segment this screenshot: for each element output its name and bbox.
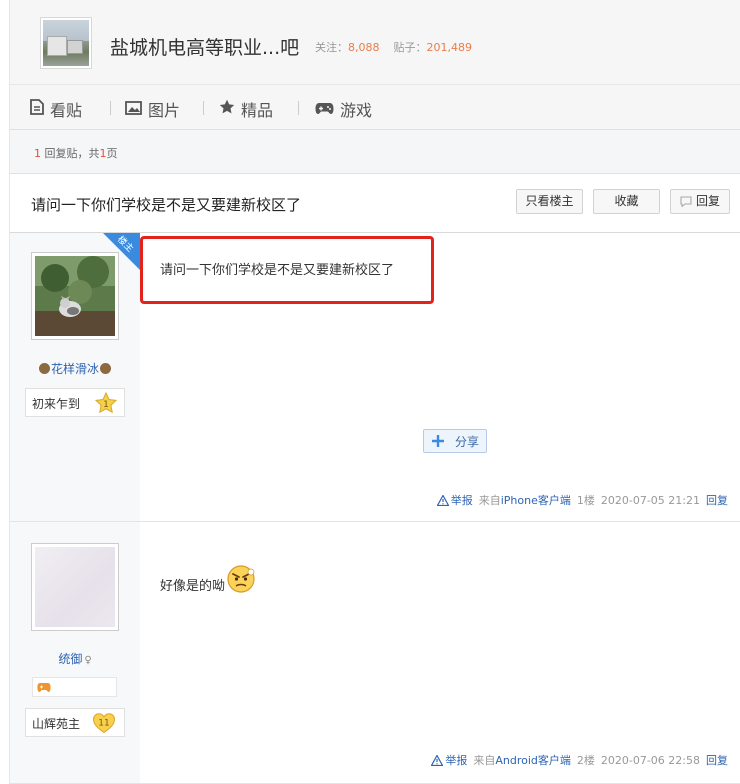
report-link[interactable]: 举报 (445, 752, 467, 768)
tab-featured-label: 精品 (241, 101, 274, 120)
post-content: 请问一下你们学校是不是又要建新校区了 (160, 263, 395, 278)
report-link[interactable]: 举报 (451, 492, 473, 508)
page-text: 页 (106, 147, 118, 160)
tab-posts[interactable]: 看贴 (30, 97, 82, 121)
tab-games-label: 游戏 (340, 101, 373, 120)
thread-page: 盐城机电高等职业...吧 关注：8,088 贴子：201,489 看贴 图片 精品 (9, 0, 740, 784)
level-heart-icon: 11 (92, 712, 116, 734)
client-link[interactable]: Android客户端 (495, 752, 571, 768)
thread-title-bar: 请问一下你们学校是不是又要建新校区了 只看楼主 收藏 回复 (10, 174, 740, 233)
floor-number: 2楼 (576, 754, 595, 767)
post-text: 好像是的呦 (160, 579, 226, 594)
level-num: 11 (98, 719, 109, 729)
follow-count: 8,088 (348, 41, 380, 54)
level-num: 1 (103, 400, 109, 410)
nav-divider (298, 101, 299, 115)
forum-avatar[interactable] (40, 17, 92, 69)
reply-button-label: 回复 (695, 194, 720, 208)
forum-name[interactable]: 盐城机电高等职业...吧 (110, 33, 299, 60)
plus-icon (431, 434, 445, 448)
reply-summary: 1 回复贴，共1页 (10, 130, 740, 174)
document-icon (30, 99, 44, 119)
tab-featured[interactable]: 精品 (219, 97, 273, 121)
page-count: 1 (99, 147, 107, 160)
nav-divider (203, 101, 204, 115)
follow-label: 关注： (315, 41, 348, 54)
level-title: 初来乍到 (32, 397, 81, 411)
thread-title: 请问一下你们学校是不是又要建新校区了 (31, 196, 302, 214)
tab-images[interactable]: 图片 (125, 97, 180, 121)
tab-posts-label: 看贴 (50, 101, 83, 120)
post-floor-2: 统御 ♀ 山辉苑主 11 好像是的呦 举报 来自 Android客户端 2楼 2… (10, 522, 740, 784)
reply-count: 1 (34, 147, 41, 160)
only-op-button[interactable]: 只看楼主 (516, 189, 583, 214)
forum-stats: 关注：8,088 贴子：201,489 (315, 39, 472, 55)
username[interactable]: 花样滑冰 (10, 360, 140, 377)
posts-label: 贴子： (393, 41, 427, 54)
reply-link[interactable]: 回复 (706, 752, 728, 768)
post-footer: 举报 来自 iPhone客户端 1楼 2020-07-05 21:21 回复 (436, 492, 728, 508)
warning-icon (431, 754, 444, 766)
post-time: 2020-07-06 22:58 (600, 753, 700, 767)
level-badge[interactable]: 山辉苑主 11 (25, 708, 125, 737)
tab-games[interactable]: 游戏 (315, 97, 372, 121)
game-controller-icon (37, 682, 51, 696)
angry-emoji-icon (226, 564, 256, 594)
favorite-button[interactable]: 收藏 (593, 189, 660, 214)
from-prefix: 来自 (473, 754, 496, 767)
warning-icon (436, 494, 449, 506)
forum-header: 盐城机电高等职业...吧 关注：8,088 贴子：201,489 (10, 0, 740, 85)
monkey-icon (100, 363, 111, 374)
gender-icon: ♀ (84, 655, 92, 666)
reply-button[interactable]: 回复 (670, 189, 730, 214)
posts-count: 201,489 (426, 41, 473, 54)
reply-text: 回复贴，共 (44, 147, 100, 160)
post-content: 好像是的呦 (160, 564, 256, 594)
gamepad-icon (315, 100, 334, 119)
author-panel: 楼主 花样滑冰 初来乍到 1 (10, 233, 140, 521)
forum-nav: 看贴 图片 精品 游戏 (10, 85, 740, 130)
username[interactable]: 统御 ♀ (10, 650, 140, 667)
from-prefix: 来自 (478, 494, 501, 507)
username-text: 统御 (58, 652, 83, 666)
vip-badge (32, 677, 117, 697)
nav-divider (110, 101, 111, 115)
client-link[interactable]: iPhone客户端 (501, 492, 571, 508)
level-title: 山辉苑主 (32, 717, 81, 731)
share-label: 分享 (454, 434, 479, 449)
avatar[interactable] (31, 252, 119, 340)
post-time: 2020-07-05 21:21 (600, 493, 700, 507)
level-star-icon: 1 (94, 391, 118, 414)
username-text: 花样滑冰 (50, 362, 99, 376)
star-icon (219, 99, 235, 119)
image-icon (125, 100, 142, 119)
monkey-icon (38, 363, 50, 374)
tab-images-label: 图片 (148, 101, 181, 120)
floor-number: 1楼 (576, 494, 595, 507)
level-badge[interactable]: 初来乍到 1 (25, 388, 125, 417)
reply-link[interactable]: 回复 (706, 492, 728, 508)
post-floor-1: 楼主 花样滑冰 初来乍到 1 请问一下你们学校是不是又要建新校区了 分享 举报 … (10, 233, 740, 522)
avatar[interactable] (31, 543, 119, 631)
author-panel: 统御 ♀ 山辉苑主 11 (10, 522, 140, 783)
post-footer: 举报 来自 Android客户端 2楼 2020-07-06 22:58 回复 (431, 752, 728, 768)
speech-bubble-icon (680, 196, 692, 207)
share-button[interactable]: 分享 (423, 429, 487, 453)
